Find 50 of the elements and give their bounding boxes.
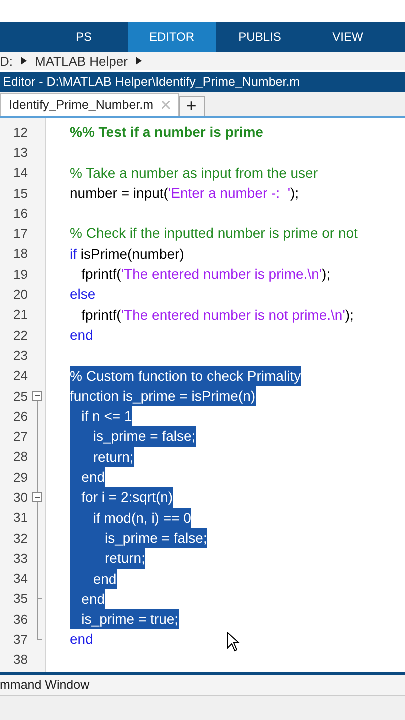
line-number: 32 (12, 530, 29, 546)
line-number: 17 (12, 226, 29, 242)
line-number: 33 (12, 550, 29, 566)
line-number: 16 (12, 206, 29, 221)
code-line: % Check if the inputted number is prime or not (70, 224, 358, 244)
line-number: 18 (12, 246, 29, 262)
line-number: 36 (12, 612, 29, 627)
file-tab[interactable]: Identify_Prime_Number.m (0, 93, 179, 116)
toolstrip-tab[interactable]: VIEW (304, 22, 392, 52)
line-number: 21 (12, 307, 29, 322)
command-window-header: mmand Window (0, 675, 405, 696)
code-line: if isPrime(number) (70, 244, 184, 264)
line-number: 13 (12, 144, 29, 160)
path-segment[interactable]: MATLAB Helper (35, 54, 128, 68)
triangle-right-icon[interactable] (21, 57, 27, 65)
line-number: 14 (12, 165, 29, 180)
line-number: 20 (12, 287, 29, 302)
line-number: 29 (12, 470, 29, 485)
code-line: number = input('Enter a number -: '); (70, 184, 300, 203)
line-number: 19 (12, 266, 29, 282)
line-number: 34 (12, 571, 29, 586)
editor-title-bar: Editor - D:\MATLAB Helper\Identify_Prime_Number.m (0, 72, 405, 92)
code-line: fprintf('The entered number is not prime.\n'); (80, 306, 354, 325)
line-number: 24 (12, 368, 29, 384)
line-number: 22 (12, 328, 29, 343)
toolstrip-tab[interactable]: PS (40, 22, 128, 52)
toolstrip-tab[interactable]: PUBLIS (216, 22, 304, 52)
line-number: 12 (12, 124, 29, 140)
mouse-pointer-icon (227, 632, 241, 652)
code-line: else (70, 285, 96, 304)
line-number: 38 (12, 652, 29, 668)
line-number: 28 (12, 449, 29, 464)
line-number: 31 (12, 510, 29, 526)
path-segment[interactable]: D: (0, 54, 13, 68)
triangle-right-icon[interactable] (136, 57, 142, 65)
line-number: 15 (12, 186, 29, 201)
line-number: 26 (12, 408, 29, 424)
line-number: 25 (12, 388, 29, 404)
line-number: 35 (12, 591, 29, 606)
line-number: 37 (12, 632, 29, 648)
toolstrip-tab[interactable]: EDITOR (128, 22, 216, 52)
new-tab-button[interactable]: + (178, 96, 205, 116)
code-line: end (70, 630, 94, 650)
code-line: % Take a number as input from the user (70, 164, 318, 183)
line-number: 30 (12, 490, 29, 505)
line-number: 23 (12, 348, 29, 363)
code-line: end (70, 326, 94, 345)
code-line: %% Test if a number is prime (70, 123, 264, 142)
line-number: 27 (12, 429, 29, 444)
code-line: fprintf('The entered number is prime.\n'); (80, 265, 331, 284)
